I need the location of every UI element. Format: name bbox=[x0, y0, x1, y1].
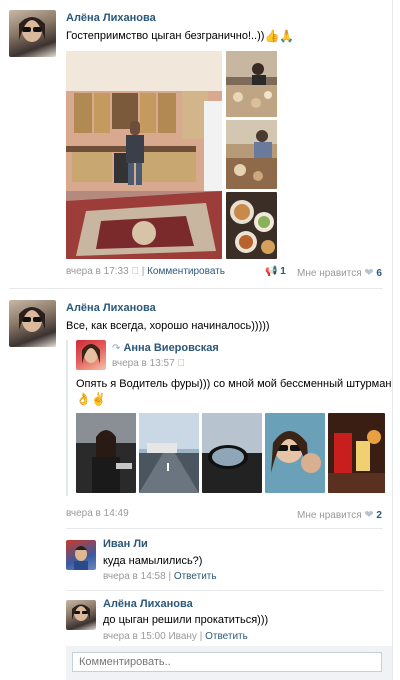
comment1-author[interactable]: Иван Ли bbox=[103, 538, 148, 550]
repost-avatar[interactable] bbox=[76, 340, 106, 370]
post1-photo-3[interactable] bbox=[226, 120, 277, 189]
post1-comment-link[interactable]: Комментировать bbox=[147, 266, 225, 277]
post2-text: Все, как всегда, хорошо начиналось))))) bbox=[66, 320, 270, 332]
repost-photo-5[interactable] bbox=[328, 413, 385, 493]
repost-photo-2[interactable] bbox=[139, 413, 199, 493]
post2-like-label: Мне нравится bbox=[297, 510, 362, 521]
post1-time[interactable]: вчера в 17:33 bbox=[66, 266, 129, 277]
post2-time[interactable]: вчера в 14:49 bbox=[66, 508, 129, 519]
repost-icon: ↷ bbox=[112, 343, 121, 354]
post2-avatar[interactable] bbox=[9, 300, 56, 347]
comment-input[interactable]: Комментировать.. bbox=[72, 652, 382, 672]
post2-like[interactable]: Мне нравится ❤ 2 bbox=[297, 508, 382, 521]
repost-emoji: 👌✌ bbox=[76, 393, 106, 405]
comment2-reply-link[interactable]: Ответить bbox=[205, 631, 248, 642]
repost-header: ↷ Анна Виеровская bbox=[112, 342, 219, 354]
separator: | bbox=[199, 631, 203, 642]
table-photo bbox=[226, 51, 277, 117]
post1-likes-count: 6 bbox=[376, 268, 382, 279]
comment2-avatar[interactable] bbox=[66, 600, 96, 630]
avatar-face-icon bbox=[82, 344, 100, 364]
post1-photo-4[interactable] bbox=[226, 192, 277, 259]
post2-likes-count: 2 bbox=[376, 510, 382, 521]
post1-author[interactable]: Алёна Лиханова bbox=[66, 12, 156, 24]
driver-photo bbox=[76, 413, 136, 493]
drinks-photo bbox=[328, 413, 385, 493]
avatar-glasses-icon bbox=[19, 307, 45, 332]
post1-footer: вчера в 17:33  | Комментировать bbox=[66, 266, 225, 277]
repost-photo-3[interactable] bbox=[202, 413, 262, 493]
repost-text: Опять я Водитель фуры))) со мной мой бес… bbox=[76, 378, 392, 390]
post1-emoji: 👍🙏 bbox=[264, 29, 295, 43]
post2-author[interactable]: Алёна Лиханова bbox=[66, 302, 156, 314]
post1-like[interactable]: Мне нравится ❤ 6 bbox=[297, 266, 382, 279]
food-photo bbox=[226, 192, 277, 259]
selfie-photo bbox=[265, 413, 325, 493]
comment1-avatar[interactable] bbox=[66, 540, 96, 570]
megaphone-icon: 📢 bbox=[265, 266, 278, 277]
avatar-face-icon bbox=[74, 546, 88, 570]
comment2-text: до цыган решили прокатиться))) bbox=[103, 614, 269, 626]
comment1-time[interactable]: вчера в 14:58 bbox=[103, 571, 166, 582]
post1-share[interactable]: 📢 1 bbox=[265, 266, 286, 277]
comment2-meta: вчера в 15:00 Ивану | Ответить bbox=[103, 631, 248, 642]
comment1-reply-link[interactable]: Ответить bbox=[174, 571, 217, 582]
post-divider bbox=[9, 288, 383, 289]
repost-time-row: вчера в 13:57  bbox=[112, 358, 185, 369]
apple-icon:  bbox=[177, 358, 185, 369]
separator: | bbox=[168, 571, 172, 582]
comment2-to[interactable]: Ивану bbox=[168, 631, 196, 642]
avatar-glasses-icon bbox=[19, 17, 45, 42]
comment-divider bbox=[66, 590, 383, 591]
repost-bar bbox=[66, 340, 68, 496]
post1-text-body: Гостеприимство цыган безгранично!..)) bbox=[66, 30, 265, 42]
comment2-author[interactable]: Алёна Лиханова bbox=[103, 598, 193, 610]
table-photo bbox=[226, 120, 277, 189]
kitchen-photo bbox=[66, 51, 222, 259]
comment1-text: куда намылились?) bbox=[103, 555, 203, 567]
heart-icon: ❤ bbox=[364, 509, 374, 521]
post1-like-label: Мне нравится bbox=[297, 268, 362, 279]
comments-divider bbox=[66, 528, 383, 529]
heart-icon: ❤ bbox=[364, 267, 374, 279]
post1-time-icon:  bbox=[131, 266, 139, 277]
repost-time[interactable]: вчера в 13:57 bbox=[112, 358, 175, 369]
page-edge bbox=[392, 0, 393, 680]
repost-photo-4[interactable] bbox=[265, 413, 325, 493]
comment2-time[interactable]: вчера в 15:00 bbox=[103, 631, 166, 642]
repost-author[interactable]: Анна Виеровская bbox=[123, 342, 218, 354]
separator: | bbox=[142, 266, 145, 277]
mirror-photo bbox=[202, 413, 262, 493]
post1-shares-count: 1 bbox=[280, 266, 286, 277]
comment1-meta: вчера в 14:58 | Ответить bbox=[103, 571, 217, 582]
avatar-glasses-icon bbox=[72, 604, 90, 621]
post1-text: Гостеприимство цыган безгранично!..))👍🙏 bbox=[66, 30, 294, 42]
repost-emoji-glyphs: 👌✌ bbox=[76, 392, 106, 406]
road-photo bbox=[139, 413, 199, 493]
post1-avatar[interactable] bbox=[9, 10, 56, 57]
repost-photo-1[interactable] bbox=[76, 413, 136, 493]
post1-photo-main[interactable] bbox=[66, 51, 222, 259]
post1-photo-2[interactable] bbox=[226, 51, 277, 117]
